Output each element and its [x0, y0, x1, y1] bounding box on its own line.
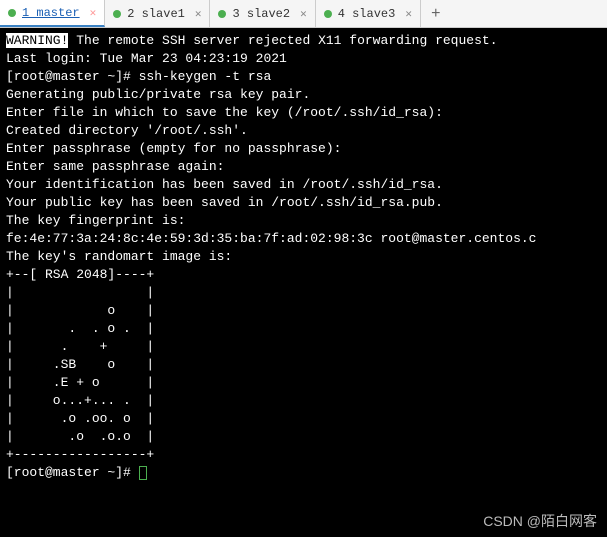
close-icon[interactable]: ✕ — [90, 6, 97, 20]
tab-label: 2 slave1 — [127, 7, 185, 21]
terminal-line: | . + | — [6, 339, 154, 354]
terminal-line: | . . o . | — [6, 321, 154, 336]
terminal-output[interactable]: WARNING! The remote SSH server rejected … — [0, 28, 607, 537]
terminal-line: | .SB o | — [6, 357, 154, 372]
close-icon[interactable]: ✕ — [405, 7, 412, 21]
terminal-line: [root@master ~]# ssh-keygen -t rsa — [6, 69, 271, 84]
tab-label: 4 slave3 — [338, 7, 396, 21]
terminal-line: Enter passphrase (empty for no passphras… — [6, 141, 341, 156]
terminal-line: Enter file in which to save the key (/ro… — [6, 105, 443, 120]
terminal-line: Last login: Tue Mar 23 04:23:19 2021 — [6, 51, 287, 66]
terminal-prompt: [root@master ~]# — [6, 465, 139, 480]
status-dot-icon — [113, 10, 121, 18]
tab-label: 1 master — [22, 6, 80, 20]
terminal-line: Your identification has been saved in /r… — [6, 177, 443, 192]
terminal-line: | .E + o | — [6, 375, 154, 390]
terminal-line: The key's randomart image is: — [6, 249, 232, 264]
terminal-line: fe:4e:77:3a:24:8c:4e:59:3d:35:ba:7f:ad:0… — [6, 231, 537, 246]
add-tab-button[interactable]: + — [421, 3, 451, 25]
close-icon[interactable]: ✕ — [195, 7, 202, 21]
tab-slave1[interactable]: 2 slave1 ✕ — [105, 0, 210, 27]
tab-bar: 1 master ✕ 2 slave1 ✕ 3 slave2 ✕ 4 slave… — [0, 0, 607, 28]
status-dot-icon — [8, 9, 16, 17]
terminal-line: Your public key has been saved in /root/… — [6, 195, 443, 210]
warning-label: WARNING! — [6, 33, 68, 48]
status-dot-icon — [218, 10, 226, 18]
tab-master[interactable]: 1 master ✕ — [0, 0, 105, 27]
terminal-line: +--[ RSA 2048]----+ — [6, 267, 154, 282]
tab-label: 3 slave2 — [232, 7, 290, 21]
terminal-line: | | — [6, 285, 154, 300]
terminal-line: Enter same passphrase again: — [6, 159, 224, 174]
terminal-line: | .o .oo. o | — [6, 411, 154, 426]
tab-slave2[interactable]: 3 slave2 ✕ — [210, 0, 315, 27]
terminal-line: Created directory '/root/.ssh'. — [6, 123, 248, 138]
terminal-line: | o...+... . | — [6, 393, 154, 408]
terminal-line: The key fingerprint is: — [6, 213, 185, 228]
tab-slave3[interactable]: 4 slave3 ✕ — [316, 0, 421, 27]
terminal-line: Generating public/private rsa key pair. — [6, 87, 310, 102]
cursor-icon — [139, 466, 147, 480]
close-icon[interactable]: ✕ — [300, 7, 307, 21]
warning-text: The remote SSH server rejected X11 forwa… — [68, 33, 497, 48]
terminal-line: | o | — [6, 303, 154, 318]
status-dot-icon — [324, 10, 332, 18]
terminal-line: | .o .o.o | — [6, 429, 154, 444]
terminal-line: +-----------------+ — [6, 447, 154, 462]
